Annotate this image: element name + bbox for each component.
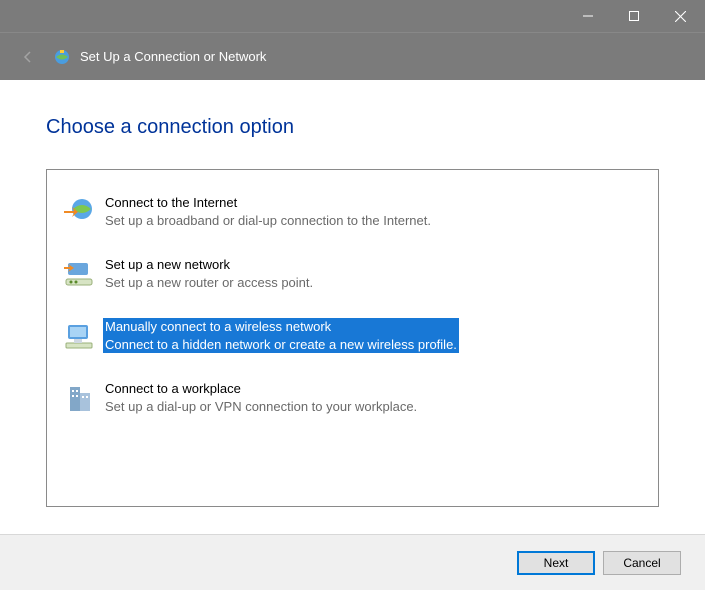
wizard-footer: Next Cancel — [0, 534, 705, 590]
option-desc: Set up a new router or access point. — [105, 274, 313, 292]
option-manually-connect-wireless[interactable]: Manually connect to a wireless network C… — [57, 312, 648, 360]
window-titlebar — [0, 0, 705, 32]
network-wizard-icon — [52, 47, 72, 67]
close-button[interactable] — [657, 0, 703, 32]
option-title: Connect to a workplace — [105, 380, 417, 398]
option-title: Manually connect to a wireless network — [105, 318, 457, 336]
option-connect-to-internet[interactable]: Connect to the Internet Set up a broadba… — [57, 188, 648, 236]
minimize-button[interactable] — [565, 0, 611, 32]
next-button[interactable]: Next — [517, 551, 595, 575]
option-desc: Connect to a hidden network or create a … — [105, 336, 457, 354]
wireless-computer-icon — [61, 318, 97, 354]
option-connect-to-workplace[interactable]: Connect to a workplace Set up a dial-up … — [57, 374, 648, 422]
router-setup-icon — [61, 256, 97, 292]
connection-options-list: Connect to the Internet Set up a broadba… — [46, 169, 659, 507]
option-title: Set up a new network — [105, 256, 313, 274]
window-title: Set Up a Connection or Network — [80, 49, 266, 64]
workplace-building-icon — [61, 380, 97, 416]
cancel-button[interactable]: Cancel — [603, 551, 681, 575]
wizard-header: Set Up a Connection or Network — [0, 32, 705, 80]
option-set-up-new-network[interactable]: Set up a new network Set up a new router… — [57, 250, 648, 298]
option-desc: Set up a broadband or dial-up connection… — [105, 212, 431, 230]
maximize-button[interactable] — [611, 0, 657, 32]
option-desc: Set up a dial-up or VPN connection to yo… — [105, 398, 417, 416]
wizard-content: Choose a connection option Connect to th… — [0, 80, 705, 534]
option-title: Connect to the Internet — [105, 194, 431, 212]
page-heading: Choose a connection option — [46, 116, 659, 139]
internet-globe-icon — [61, 194, 97, 230]
back-button[interactable] — [16, 45, 40, 69]
